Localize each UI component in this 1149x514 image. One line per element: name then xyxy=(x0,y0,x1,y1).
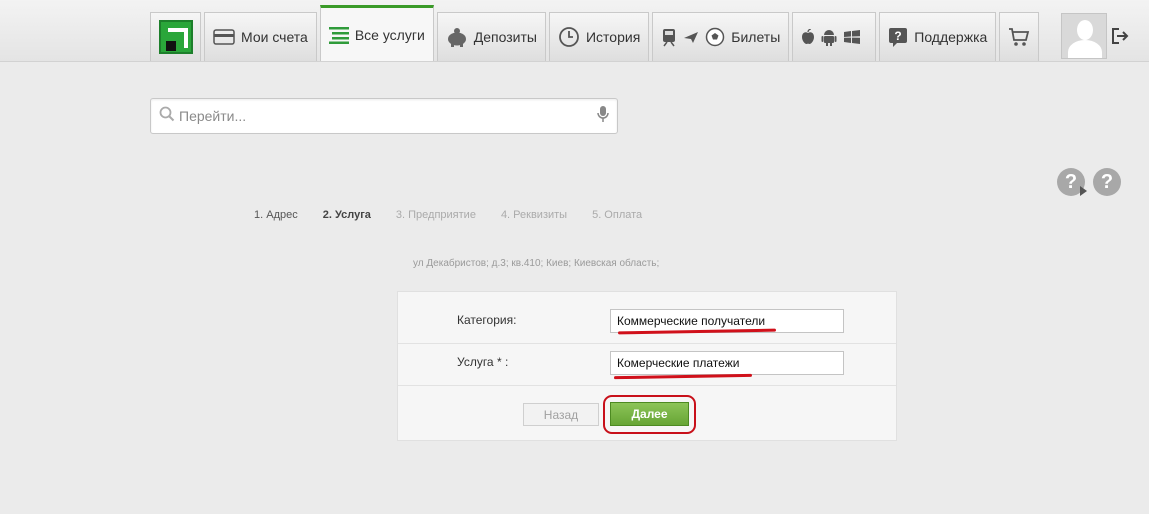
android-icon xyxy=(821,28,837,46)
user-avatar[interactable] xyxy=(1061,13,1107,59)
apple-icon xyxy=(801,29,815,45)
category-row: Категория: Коммерческие получатели xyxy=(398,302,896,344)
tab-support-label: Поддержка xyxy=(914,29,988,45)
tab-tickets-label: Билеты xyxy=(731,29,781,45)
svg-text:?: ? xyxy=(895,29,902,43)
step-enterprise: 3. Предприятие xyxy=(395,209,476,221)
wizard-steps: 1. Адрес 2. Услуга 3. Предприятие 4. Рек… xyxy=(254,209,667,221)
step-details: 4. Реквизиты xyxy=(500,209,568,221)
tab-support[interactable]: ? Поддержка xyxy=(879,12,997,61)
tab-apps[interactable] xyxy=(792,12,877,61)
top-navigation-bar: Мои счета Все услуги Депозиты История Би… xyxy=(0,0,1149,62)
search-input[interactable] xyxy=(179,108,597,124)
step-payment: 5. Оплата xyxy=(592,209,643,221)
tab-accounts-label: Мои счета xyxy=(241,29,308,45)
tab-accounts[interactable]: Мои счета xyxy=(204,12,317,61)
tab-deposits[interactable]: Депозиты xyxy=(436,12,546,61)
tab-cart[interactable] xyxy=(999,12,1040,61)
service-label: Услуга * : xyxy=(457,355,509,369)
cart-icon xyxy=(1008,27,1030,47)
microphone-icon[interactable] xyxy=(597,105,609,128)
service-row: Услуга * : Комерческие платежи xyxy=(398,344,896,386)
windows-icon xyxy=(843,29,861,45)
tab-tickets[interactable]: Билеты xyxy=(652,12,790,61)
plane-icon xyxy=(683,29,699,45)
tab-history-label: История xyxy=(585,29,641,45)
clock-icon xyxy=(558,26,580,48)
piggy-bank-icon xyxy=(446,27,468,47)
help-icon[interactable]: ? xyxy=(1057,168,1087,196)
tab-deposits-label: Депозиты xyxy=(473,29,537,45)
address-text: ул Декабристов; д.3; кв.410; Киев; Киевс… xyxy=(413,258,660,269)
back-button[interactable]: Назад xyxy=(523,403,599,426)
help-icon[interactable]: ? xyxy=(1093,168,1121,196)
tab-all-services-label: Все услуги xyxy=(354,26,425,43)
ball-icon xyxy=(705,27,725,47)
tab-history[interactable]: История xyxy=(548,12,650,61)
service-field[interactable]: Комерческие платежи xyxy=(610,351,844,375)
exit-icon[interactable] xyxy=(1110,26,1130,46)
category-label: Категория: xyxy=(457,313,517,327)
search-bar xyxy=(150,98,618,134)
support-icon: ? xyxy=(888,27,908,47)
tab-all-services[interactable]: Все услуги xyxy=(319,5,434,61)
train-icon xyxy=(661,26,677,48)
list-icon xyxy=(328,26,349,44)
nav-tabs: Мои счета Все услуги Депозиты История Би… xyxy=(150,5,1042,62)
logo-icon xyxy=(158,20,193,54)
step-service: 2. Услуга xyxy=(322,209,371,221)
search-icon xyxy=(159,106,175,127)
step-address: 1. Адрес xyxy=(254,209,298,221)
logo-tab[interactable] xyxy=(150,12,201,61)
card-icon xyxy=(213,29,235,45)
next-button[interactable]: Далее xyxy=(610,402,689,426)
